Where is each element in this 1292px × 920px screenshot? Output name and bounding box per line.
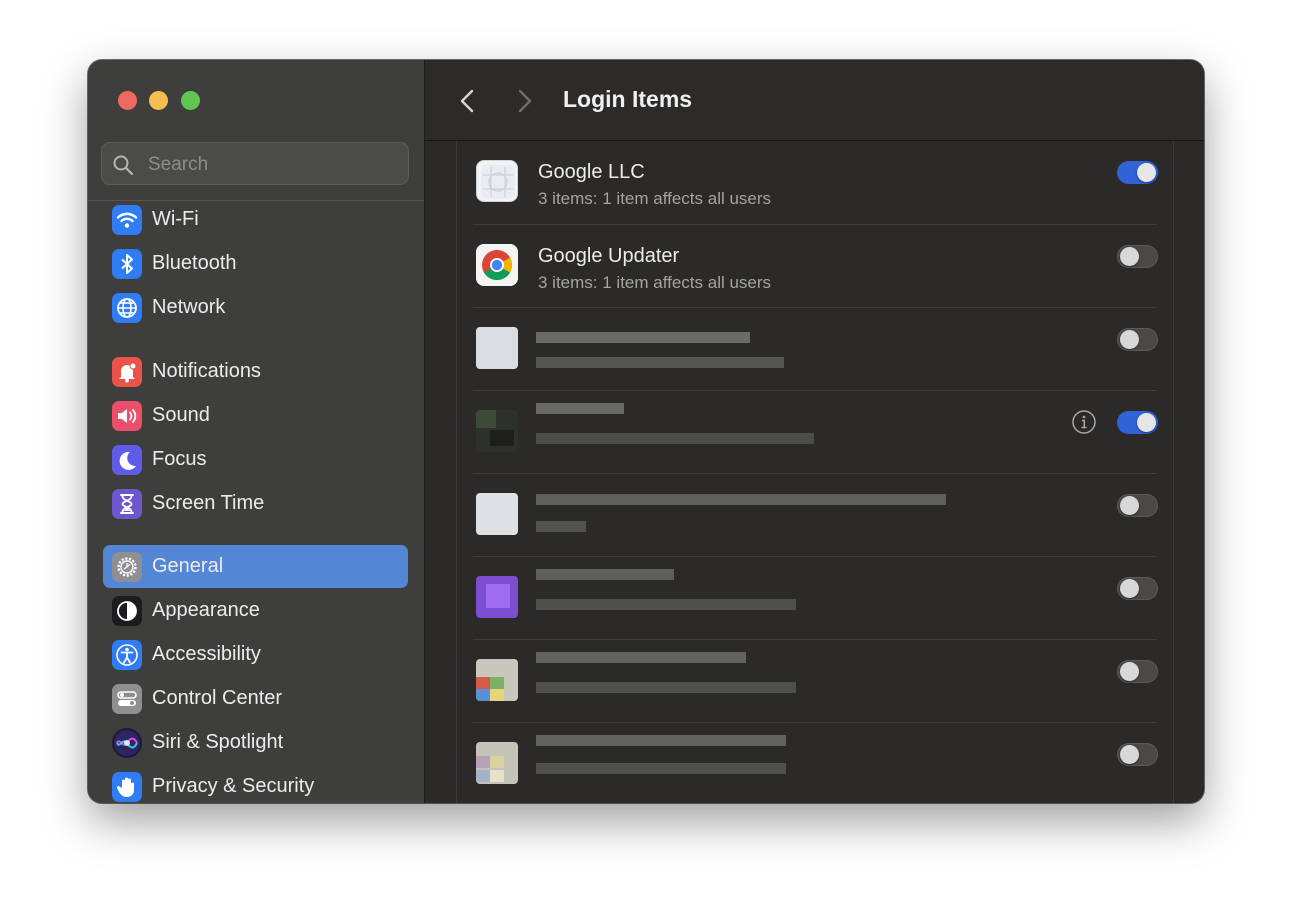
sidebar-item-label: Wi-Fi	[152, 208, 199, 230]
item-toggle[interactable]	[1117, 411, 1158, 434]
redacted-title	[536, 569, 674, 580]
zoom-button[interactable]	[181, 91, 200, 110]
gear-icon	[112, 552, 142, 582]
list-item-redacted	[457, 557, 1173, 640]
item-toggle[interactable]	[1117, 494, 1158, 517]
list-item-redacted	[457, 308, 1173, 391]
sidebar-item-label: Siri & Spotlight	[152, 731, 284, 753]
login-items-list: Google LLC 3 items: 1 item affects all u…	[456, 141, 1174, 803]
sidebar-item-siri-spotlight[interactable]: Siri & Spotlight	[103, 721, 408, 764]
page-title: Login Items	[563, 86, 693, 112]
chevron-right-icon[interactable]	[507, 84, 541, 118]
chrome-icon	[476, 244, 518, 286]
redacted-subtitle	[536, 433, 814, 444]
toolbar: Login Items	[425, 60, 1204, 141]
control-center-icon	[112, 684, 142, 714]
sidebar-item-privacy-security[interactable]: Privacy & Security	[103, 765, 408, 803]
sidebar-item-label: Appearance	[152, 599, 260, 621]
bell-icon	[112, 357, 142, 387]
sidebar-item-focus[interactable]: Focus	[103, 438, 408, 481]
redacted-subtitle	[536, 682, 796, 693]
main-pane: Login Items Google LLC 3 items: 1 item a…	[425, 60, 1204, 803]
redacted-title	[536, 332, 750, 343]
item-title: Google LLC	[538, 161, 645, 183]
list-item-redacted	[457, 640, 1173, 723]
sidebar-item-appearance[interactable]: Appearance	[103, 589, 408, 632]
siri-icon	[112, 728, 142, 758]
sidebar-item-notifications[interactable]: Notifications	[103, 350, 408, 393]
moon-icon	[112, 445, 142, 475]
redacted-app-icon	[476, 410, 518, 452]
search-field[interactable]	[101, 142, 409, 186]
redacted-app-icon	[476, 493, 518, 535]
list-item-redacted	[457, 474, 1173, 557]
sidebar-item-label: Notifications	[152, 360, 261, 382]
item-title: Google Updater	[538, 245, 680, 267]
redacted-app-icon	[476, 742, 518, 784]
list-item: Google LLC 3 items: 1 item affects all u…	[457, 141, 1173, 224]
info-icon[interactable]	[1071, 409, 1097, 435]
sidebar-item-general[interactable]: General	[103, 545, 408, 588]
close-button[interactable]	[118, 91, 137, 110]
sidebar-item-label: General	[152, 555, 224, 577]
item-toggle[interactable]	[1117, 245, 1158, 268]
sidebar-item-wifi[interactable]: Wi-Fi	[103, 201, 408, 241]
sidebar-item-bluetooth[interactable]: Bluetooth	[103, 242, 408, 285]
redacted-title	[536, 735, 786, 746]
redacted-app-icon	[476, 327, 518, 369]
redacted-subtitle	[536, 763, 786, 774]
list-item-redacted	[457, 391, 1173, 474]
list-item: Google Updater 3 items: 1 item affects a…	[457, 225, 1173, 308]
globe-icon	[112, 293, 142, 323]
speaker-icon	[112, 401, 142, 431]
redacted-title	[536, 494, 946, 505]
item-toggle[interactable]	[1117, 328, 1158, 351]
sidebar-item-control-center[interactable]: Control Center	[103, 677, 408, 720]
hourglass-icon	[112, 489, 142, 519]
item-subtitle: 3 items: 1 item affects all users	[538, 273, 772, 292]
item-toggle[interactable]	[1117, 660, 1158, 683]
sidebar-item-label: Screen Time	[152, 492, 265, 514]
sidebar-item-label: Network	[152, 296, 226, 318]
system-settings-window: Wi-Fi Bluetooth Network No	[88, 60, 1204, 803]
search-icon	[113, 155, 134, 176]
appearance-icon	[112, 596, 142, 626]
item-toggle[interactable]	[1117, 161, 1158, 184]
sidebar-item-label: Sound	[152, 404, 210, 426]
sidebar-item-label: Accessibility	[152, 643, 261, 665]
sidebar-item-network[interactable]: Network	[103, 286, 408, 329]
sidebar-nav: Wi-Fi Bluetooth Network Notifications So…	[88, 201, 424, 803]
item-toggle[interactable]	[1117, 743, 1158, 766]
sidebar-item-screen-time[interactable]: Screen Time	[103, 482, 408, 525]
search-input[interactable]	[146, 143, 400, 186]
item-subtitle: 3 items: 1 item affects all users	[538, 189, 772, 208]
redacted-title	[536, 403, 624, 414]
redacted-title	[536, 652, 746, 663]
redacted-subtitle	[536, 357, 784, 368]
accessibility-icon	[112, 640, 142, 670]
sidebar-item-accessibility[interactable]: Accessibility	[103, 633, 408, 676]
sidebar-item-sound[interactable]: Sound	[103, 394, 408, 437]
sidebar-item-label: Privacy & Security	[152, 775, 315, 797]
redacted-app-icon	[476, 659, 518, 701]
sidebar-item-label: Focus	[152, 448, 207, 470]
bluetooth-icon	[112, 249, 142, 279]
wifi-icon	[112, 205, 142, 235]
sidebar-item-label: Control Center	[152, 687, 283, 709]
hand-icon	[112, 772, 142, 802]
list-item-redacted	[457, 723, 1173, 803]
redacted-app-icon	[476, 576, 518, 618]
google-llc-icon	[476, 160, 518, 202]
minimize-button[interactable]	[149, 91, 168, 110]
redacted-subtitle	[536, 599, 796, 610]
item-toggle[interactable]	[1117, 577, 1158, 600]
sidebar: Wi-Fi Bluetooth Network No	[88, 60, 425, 803]
redacted-subtitle	[536, 521, 586, 532]
login-items-content: Google LLC 3 items: 1 item affects all u…	[425, 141, 1204, 803]
sidebar-item-label: Bluetooth	[152, 252, 237, 274]
chevron-left-icon[interactable]	[451, 84, 485, 118]
